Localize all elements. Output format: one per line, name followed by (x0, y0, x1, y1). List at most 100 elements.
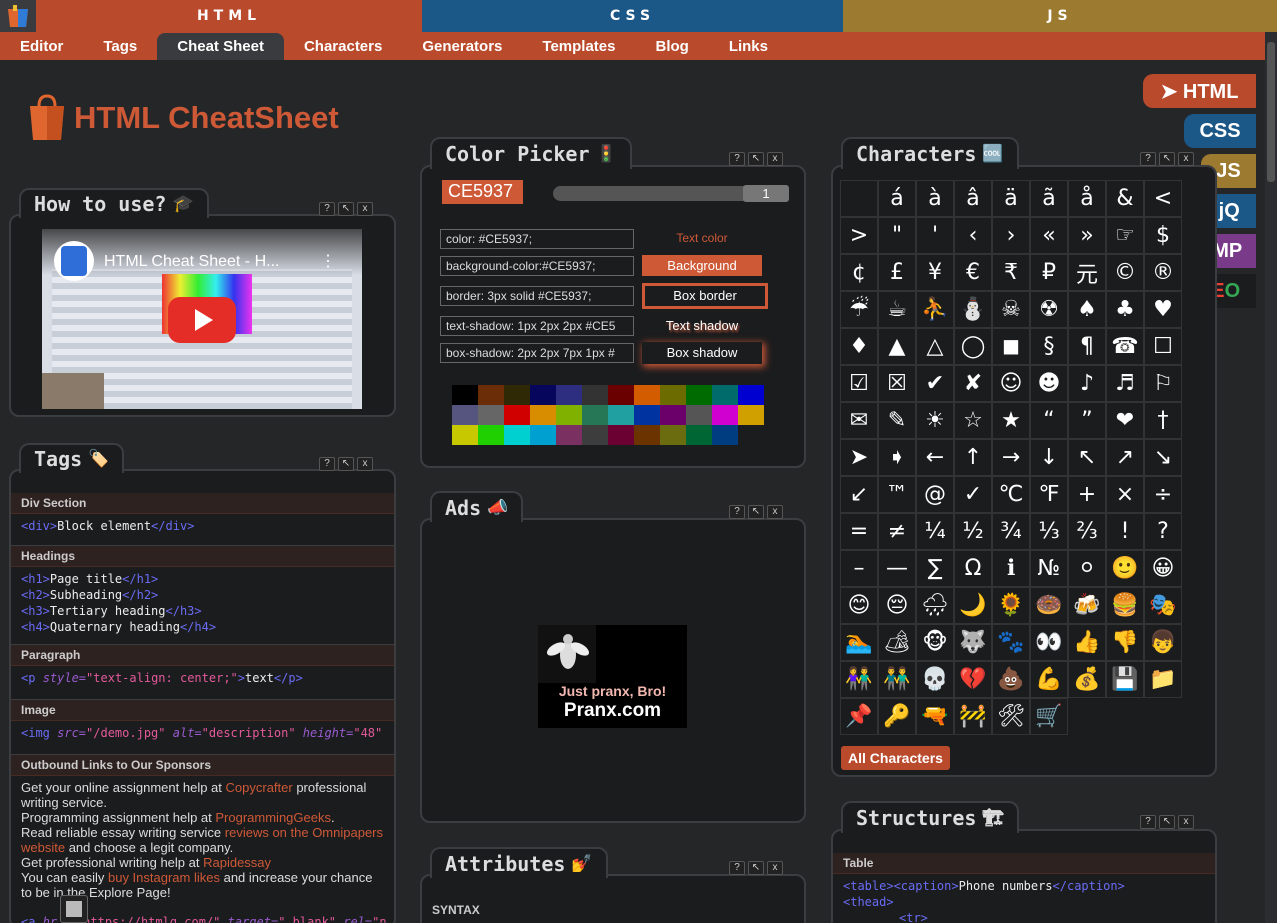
color-swatch[interactable] (582, 425, 608, 445)
character-cell[interactable]: 🛒 (1030, 698, 1068, 735)
character-cell[interactable]: ã (1030, 180, 1068, 217)
character-cell[interactable]: ≠ (878, 513, 916, 550)
help-icon[interactable]: ? (1140, 815, 1156, 829)
character-cell[interactable]: ⅔ (1068, 513, 1106, 550)
character-cell[interactable]: ! (1106, 513, 1144, 550)
character-cell[interactable]: 👫 (840, 661, 878, 698)
character-cell[interactable]: " (878, 217, 916, 254)
character-cell[interactable]: “ (1030, 402, 1068, 439)
hex-color-input[interactable]: CE5937 (442, 180, 523, 204)
character-cell[interactable]: ☑ (840, 365, 878, 402)
character-cell[interactable]: ✘ (954, 365, 992, 402)
character-cell[interactable]: ☻ (1030, 365, 1068, 402)
color-swatch[interactable] (452, 405, 478, 425)
code-div[interactable]: <div>Block element</div> (11, 514, 394, 538)
character-cell[interactable]: 👬 (878, 661, 916, 698)
character-cell[interactable]: → (992, 439, 1030, 476)
color-swatch[interactable] (712, 405, 738, 425)
character-cell[interactable]: № (1030, 550, 1068, 587)
character-cell[interactable]: ♣ (1106, 291, 1144, 328)
character-cell[interactable]: ⛹ (916, 291, 954, 328)
character-cell[interactable]: ℹ (992, 550, 1030, 587)
character-cell[interactable]: ♪ (1068, 365, 1106, 402)
color-swatch[interactable] (608, 385, 634, 405)
character-cell[interactable]: € (954, 254, 992, 291)
character-cell[interactable]: ↗ (1106, 439, 1144, 476)
character-cell[interactable]: å (1068, 180, 1106, 217)
nav-characters[interactable]: Characters (284, 32, 402, 60)
color-swatch[interactable] (504, 405, 530, 425)
sponsor-link-programminggeeks[interactable]: ProgrammingGeeks (215, 810, 331, 825)
character-cell[interactable]: ℃ (992, 476, 1030, 513)
help-icon[interactable]: ? (729, 861, 745, 875)
channel-avatar[interactable] (54, 241, 94, 281)
video-embed[interactable]: HTML Cheat Sheet - H... ⋮ (42, 229, 362, 409)
character-cell[interactable]: « (1030, 217, 1068, 254)
help-icon[interactable]: ? (319, 202, 335, 216)
character-cell[interactable]: ↓ (1030, 439, 1068, 476)
character-cell[interactable]: 💩 (992, 661, 1030, 698)
character-cell[interactable]: ▲ (878, 328, 916, 365)
character-cell[interactable]: ← (916, 439, 954, 476)
character-cell[interactable]: 🌙 (954, 587, 992, 624)
character-cell[interactable]: ¼ (916, 513, 954, 550)
character-cell[interactable]: 🙂 (1106, 550, 1144, 587)
character-cell[interactable]: ⅓ (1030, 513, 1068, 550)
nav-links[interactable]: Links (709, 32, 788, 60)
character-cell[interactable]: ✔ (916, 365, 954, 402)
character-cell[interactable]: ∑ (916, 550, 954, 587)
color-swatch[interactable] (608, 405, 634, 425)
character-cell[interactable]: ₹ (992, 254, 1030, 291)
color-swatch[interactable] (530, 425, 556, 445)
character-cell[interactable]: > (840, 217, 878, 254)
character-cell[interactable]: 👦 (1144, 624, 1182, 661)
character-cell[interactable]: 🐵 (916, 624, 954, 661)
character-cell[interactable]: ¾ (992, 513, 1030, 550)
character-cell[interactable]: ” (1068, 402, 1106, 439)
character-cell[interactable]: ✓ (954, 476, 992, 513)
character-cell[interactable]: – (840, 550, 878, 587)
character-cell[interactable]: ☒ (878, 365, 916, 402)
code-headings[interactable]: <h1>Page title</h1> <h2>Subheading</h2> … (11, 567, 394, 639)
side-tab-html[interactable]: ➤ HTML (1143, 74, 1256, 108)
character-cell[interactable]: 🏕 (878, 624, 916, 661)
character-cell[interactable]: 🐾 (992, 624, 1030, 661)
character-cell[interactable]: ℉ (1030, 476, 1068, 513)
character-cell[interactable]: ♦ (840, 328, 878, 365)
top-tab-css[interactable]: CSS (422, 0, 843, 32)
preview-background[interactable]: Background (642, 255, 762, 276)
character-cell[interactable]: ↑ (954, 439, 992, 476)
character-cell[interactable]: ↘ (1144, 439, 1182, 476)
help-icon[interactable]: ? (729, 152, 745, 166)
character-cell[interactable]: 👎 (1106, 624, 1144, 661)
color-swatch[interactable] (634, 425, 660, 445)
close-icon[interactable]: x (357, 457, 373, 471)
character-cell[interactable]: 😔 (878, 587, 916, 624)
character-cell[interactable]: ♬ (1106, 365, 1144, 402)
character-cell[interactable]: 👀 (1030, 624, 1068, 661)
color-swatch[interactable] (478, 425, 504, 445)
color-swatch[interactable] (582, 385, 608, 405)
alpha-slider[interactable]: 1 (553, 185, 789, 202)
character-cell[interactable]: ☕ (878, 291, 916, 328)
popout-icon[interactable]: ↖ (1159, 152, 1175, 166)
character-cell[interactable]: ₽ (1030, 254, 1068, 291)
character-cell[interactable]: ⚪ (1068, 550, 1106, 587)
character-cell[interactable]: 😀 (1144, 550, 1182, 587)
popout-icon[interactable]: ↖ (338, 457, 354, 471)
popout-icon[interactable]: ↖ (748, 861, 764, 875)
character-cell[interactable]: ¶ (1068, 328, 1106, 365)
nav-generators[interactable]: Generators (402, 32, 522, 60)
character-cell[interactable]: 💀 (916, 661, 954, 698)
character-cell[interactable] (840, 180, 878, 217)
color-swatch[interactable] (478, 385, 504, 405)
close-icon[interactable]: x (767, 861, 783, 875)
character-cell[interactable]: ☺ (992, 365, 1030, 402)
character-cell[interactable]: 💰 (1068, 661, 1106, 698)
top-tab-js[interactable]: JS (843, 0, 1277, 32)
popout-icon[interactable]: ↖ (1159, 815, 1175, 829)
character-cell[interactable]: ⚐ (1144, 365, 1182, 402)
character-cell[interactable]: ◯ (954, 328, 992, 365)
color-swatch[interactable] (504, 385, 530, 405)
character-cell[interactable]: 📁 (1144, 661, 1182, 698)
